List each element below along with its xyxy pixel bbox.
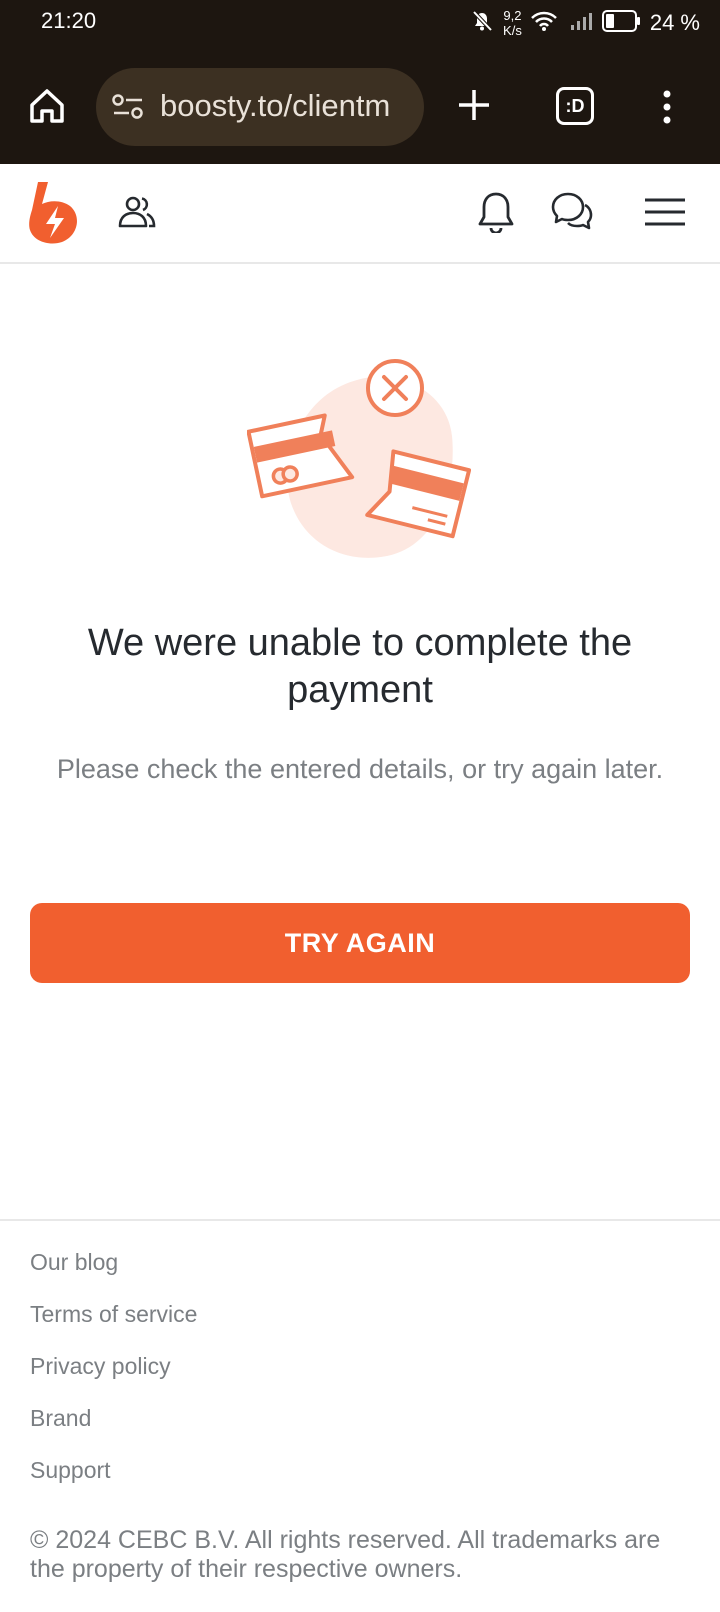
footer-links: Our blog Terms of service Privacy policy… <box>30 1248 197 1508</box>
status-icons: 9,2 K/s 24 % <box>471 8 700 38</box>
error-title: We were unable to complete the payment <box>87 622 633 711</box>
tab-switcher-button[interactable]: :D <box>556 87 594 125</box>
footer-link-support[interactable]: Support <box>30 1456 197 1508</box>
footer-link-blog[interactable]: Our blog <box>30 1248 197 1300</box>
battery-percent: 24 % <box>649 10 700 35</box>
footer-link-privacy[interactable]: Privacy policy <box>30 1352 197 1404</box>
copyright-text: © 2024 CEBC B.V. All rights reserved. Al… <box>30 1526 661 1583</box>
bell-muted-icon <box>471 10 493 37</box>
broken-card-illustration <box>246 356 472 569</box>
error-subtitle: Please check the entered details, or try… <box>56 754 664 784</box>
status-time: 21:20 <box>41 8 97 33</box>
home-icon[interactable] <box>26 85 68 127</box>
net-speed: 9,2 K/s <box>503 8 522 38</box>
messages-chat-icon[interactable] <box>551 191 593 238</box>
url-bar[interactable]: boosty.to/clientm <box>96 68 424 146</box>
notifications-bell-icon[interactable] <box>478 191 514 238</box>
site-header <box>0 164 720 264</box>
signal-icon <box>570 11 594 36</box>
new-tab-icon[interactable] <box>456 87 492 128</box>
boosty-logo-icon[interactable] <box>28 180 82 249</box>
hamburger-menu-icon[interactable] <box>643 197 687 232</box>
url-text[interactable]: boosty.to/clientm <box>160 88 410 124</box>
wifi-icon <box>530 10 558 37</box>
battery-icon <box>601 9 642 37</box>
browser-chrome: 21:20 9,2 K/s 24 % boosty.to/clientm :D <box>0 0 720 164</box>
try-again-button[interactable]: TRY AGAIN <box>30 903 690 983</box>
more-menu-icon[interactable] <box>662 90 672 129</box>
footer-divider <box>0 1219 720 1221</box>
footer-link-terms[interactable]: Terms of service <box>30 1300 197 1352</box>
people-icon[interactable] <box>117 195 157 234</box>
site-settings-icon[interactable] <box>112 93 144 126</box>
footer-link-brand[interactable]: Brand <box>30 1404 197 1456</box>
